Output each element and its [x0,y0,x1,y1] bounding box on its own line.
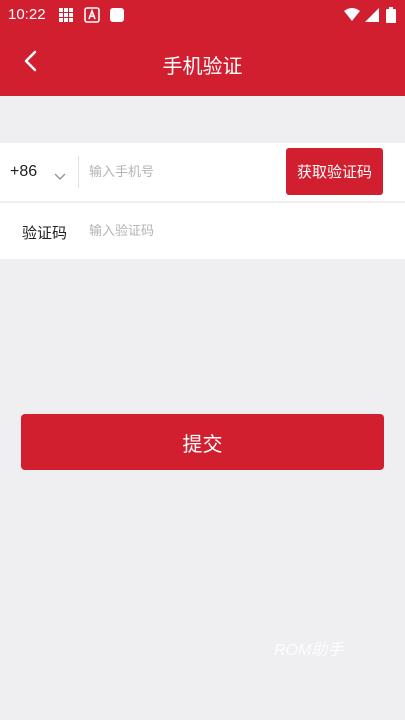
app-a-icon [84,7,100,23]
signal-icon [364,7,380,23]
code-row: 验证码 [0,203,405,259]
app-bar: 手机验证 [0,30,405,96]
grid-icon [58,7,74,23]
status-time: 10:22 [8,6,46,23]
square-icon [109,7,125,23]
divider [78,156,79,188]
country-code-value: +86 [10,163,38,180]
battery-icon [386,7,396,23]
watermark: ROM助手 [274,642,344,659]
get-code-button[interactable]: 获取验证码 [286,148,383,195]
page-title: 手机验证 [162,54,243,78]
wifi-icon [344,7,360,23]
submit-button[interactable]: 提交 [21,414,384,470]
phone-input[interactable] [89,162,279,182]
code-input[interactable] [89,221,369,241]
chevron-down-icon [54,166,66,185]
country-code-select[interactable]: +86 [0,143,78,201]
code-label: 验证码 [22,224,68,242]
status-bar: 10:22 [0,0,405,30]
phone-row: +86 获取验证码 [0,143,405,201]
